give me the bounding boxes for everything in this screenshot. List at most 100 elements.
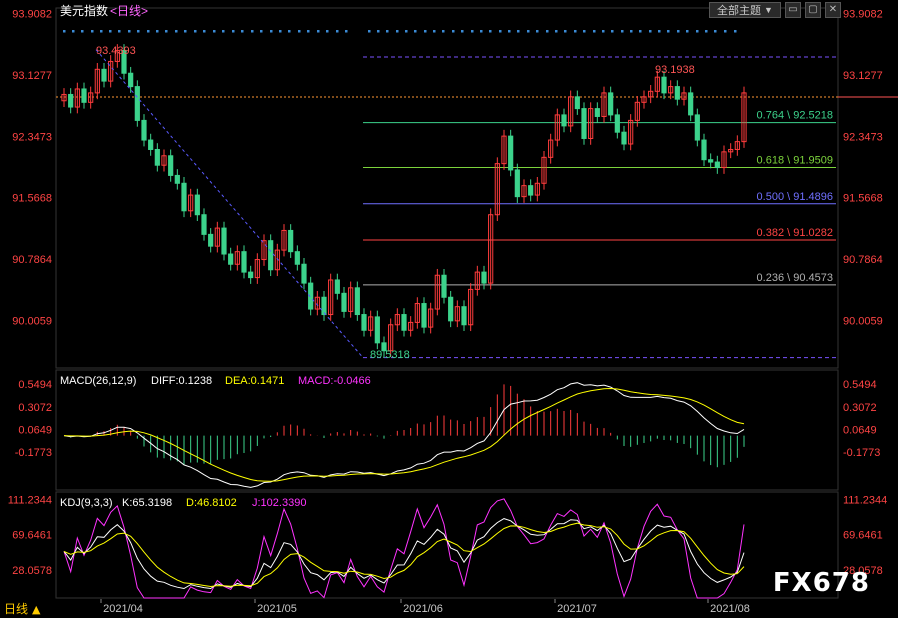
- signal-dot: [583, 30, 586, 33]
- signal-dot: [696, 30, 699, 33]
- macd-value-label: MACD:-0.0466: [298, 375, 371, 387]
- kdj-panel[interactable]: [63, 498, 745, 599]
- candle-body: [374, 316, 380, 344]
- price-axis-tick: 91.5668: [843, 193, 883, 205]
- signal-dot: [298, 30, 301, 33]
- candle-body: [208, 233, 214, 247]
- x-axis-tick-label: 2021/07: [557, 603, 597, 615]
- candle-body: [661, 76, 667, 94]
- signal-dot: [241, 30, 244, 33]
- signal-dot: [147, 30, 150, 33]
- signal-dot: [734, 30, 737, 33]
- price-candles[interactable]: [61, 44, 747, 357]
- close-icon[interactable]: ✕: [825, 1, 841, 18]
- candle-body: [508, 135, 514, 171]
- restore-icon[interactable]: ▢: [805, 1, 821, 18]
- signal-dot: [442, 30, 445, 33]
- theme-dropdown-button[interactable]: 全部主题 ▼: [709, 1, 781, 18]
- theme-dropdown-label: 全部主题: [717, 4, 762, 17]
- candle-body: [154, 148, 160, 166]
- annotation-low: 89.5318: [370, 349, 410, 361]
- signal-dot: [175, 30, 178, 33]
- candle-body: [141, 119, 147, 141]
- signal-dot: [63, 30, 66, 33]
- candle-body: [614, 114, 620, 133]
- candle-body: [708, 159, 714, 163]
- period-switch[interactable]: 日线: [4, 602, 28, 616]
- macd-axis-tick: 0.5494: [18, 379, 52, 391]
- macd-axis-tick: -0.1773: [15, 447, 52, 459]
- candle-body: [68, 93, 74, 108]
- signal-dot: [251, 30, 254, 33]
- signal-dot: [232, 30, 235, 33]
- candle-body: [701, 139, 707, 161]
- signal-dot: [527, 30, 530, 33]
- signal-dot: [433, 30, 436, 33]
- window-toolbar: 全部主题 ▼ ▭ ▢ ✕: [709, 1, 841, 18]
- macd-axis-tick: 0.0649: [843, 425, 877, 437]
- candle-body: [514, 169, 520, 198]
- signal-dot: [564, 30, 567, 33]
- candle-body: [301, 263, 307, 284]
- signal-dot: [100, 30, 103, 33]
- signal-dot: [128, 30, 131, 33]
- candle-body: [688, 92, 694, 116]
- candle-body: [321, 296, 327, 316]
- price-axis-tick: 90.0059: [12, 315, 52, 327]
- price-axis-tick: 90.0059: [843, 315, 883, 327]
- candle-body: [608, 92, 614, 116]
- signal-dot: [424, 30, 427, 33]
- chevron-down-icon: ▼: [764, 4, 773, 15]
- price-axis-tick: 93.1277: [843, 70, 883, 82]
- signal-dot: [658, 30, 661, 33]
- signal-dot: [649, 30, 652, 33]
- panel-frame-0: [55, 7, 839, 369]
- price-axis-tick: 91.5668: [12, 193, 52, 205]
- candle-body: [168, 155, 174, 176]
- fib-label: 0.618 \ 91.9509: [757, 154, 833, 166]
- signal-dot: [452, 30, 455, 33]
- panel-frame-2: [55, 491, 839, 599]
- candle-body: [334, 279, 340, 294]
- signal-dot: [260, 30, 263, 33]
- signal-dot: [686, 30, 689, 33]
- candle-body: [174, 174, 180, 184]
- period-switch-arrow-icon[interactable]: ▲: [32, 603, 41, 616]
- price-axis-tick: 92.3473: [12, 131, 52, 143]
- macd-panel[interactable]: [63, 382, 745, 488]
- candle-body: [361, 314, 367, 331]
- candle-body: [201, 214, 207, 235]
- signal-dot: [574, 30, 577, 33]
- signal-dot: [414, 30, 417, 33]
- signal-dot: [480, 30, 483, 33]
- candle-body: [101, 68, 107, 82]
- macd-axis-tick: 0.3072: [18, 402, 52, 414]
- watermark-logo: FX678: [772, 568, 870, 598]
- candle-body: [134, 86, 140, 121]
- signal-dot: [345, 30, 348, 33]
- kdj-axis-tick: 69.6461: [843, 530, 883, 542]
- candle-body: [401, 314, 407, 331]
- candle-body: [354, 287, 360, 316]
- chart-canvas[interactable]: 0.764 \ 92.5218 0.618 \ 91.9509 0.500 \ 91…: [0, 0, 898, 618]
- signal-dot: [326, 30, 329, 33]
- signal-dot: [667, 30, 670, 33]
- minimize-icon[interactable]: ▭: [785, 1, 801, 18]
- signal-dot: [602, 30, 605, 33]
- candle-body: [241, 251, 247, 273]
- signal-dot: [517, 30, 520, 33]
- signal-dot: [499, 30, 502, 33]
- kdj-j-label: J:102.3390: [252, 497, 306, 509]
- signal-dot: [461, 30, 464, 33]
- signal-dot: [368, 30, 371, 33]
- signal-dot: [156, 30, 159, 33]
- macd-axis-tick: -0.1773: [843, 447, 880, 459]
- price-axis-tick: 93.1277: [12, 70, 52, 82]
- signal-dot: [317, 30, 320, 33]
- macd-axis-tick: 0.5494: [843, 379, 877, 391]
- signal-dot: [639, 30, 642, 33]
- chart-period[interactable]: <日线>: [110, 4, 148, 18]
- annotation-high: 93.4393: [96, 45, 136, 57]
- candle-body: [221, 227, 227, 255]
- candle-body: [441, 274, 447, 298]
